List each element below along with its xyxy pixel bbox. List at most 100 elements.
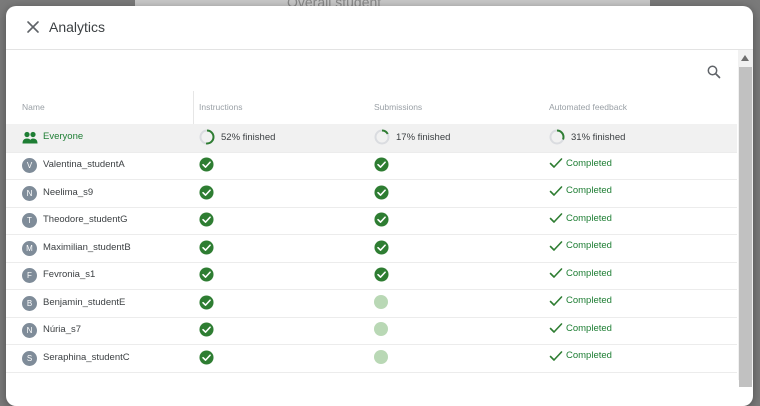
feedback-status-label: Completed xyxy=(566,322,612,334)
dialog-title: Analytics xyxy=(49,19,106,35)
avatar: M xyxy=(22,240,37,256)
column-header-instructions[interactable]: Instructions xyxy=(199,102,242,112)
check-circle-icon xyxy=(374,267,389,282)
avatar: B xyxy=(22,295,37,311)
column-header-name[interactable]: Name xyxy=(22,102,45,112)
feedback-progress-label: 31% finished xyxy=(571,131,626,143)
check-circle-icon xyxy=(199,267,214,282)
check-circle-icon xyxy=(374,157,389,172)
student-name: Seraphina_studentC xyxy=(43,351,130,363)
instructions-progress-label: 52% finished xyxy=(221,131,276,143)
everyone-row[interactable]: Everyone 52% finished 17% finished 31% fini… xyxy=(6,124,737,153)
student-row[interactable]: T Theodore_studentG Completed xyxy=(6,207,737,235)
feedback-status: Completed xyxy=(549,322,612,334)
scroll-up-arrow-icon[interactable] xyxy=(741,55,749,61)
feedback-status-label: Completed xyxy=(566,295,612,306)
feedback-status: Completed xyxy=(549,295,612,307)
column-header-automated-feedback[interactable]: Automated feedback xyxy=(549,102,627,112)
feedback-status-label: Completed xyxy=(566,212,612,224)
check-circle-icon xyxy=(374,212,389,227)
student-row[interactable]: N Neelima_s9 Completed xyxy=(6,180,737,208)
avatar: T xyxy=(22,213,37,228)
feedback-status-label: Completed xyxy=(566,267,612,279)
feedback-status-label: Completed xyxy=(566,185,612,196)
student-name: Fevronia_s1 xyxy=(43,269,96,280)
table-header-row: Name Instructions Submissions Automated … xyxy=(6,91,737,125)
checkmark-icon xyxy=(549,268,563,278)
pending-status-icon xyxy=(374,322,388,336)
student-row[interactable]: B Benjamin_studentE Completed xyxy=(6,290,737,318)
avatar: N xyxy=(22,185,37,201)
submissions-status xyxy=(374,239,389,260)
check-circle-icon xyxy=(199,184,214,200)
pending-status-icon xyxy=(374,349,388,364)
close-button[interactable] xyxy=(23,17,43,37)
feedback-progress: 31% finished xyxy=(549,129,625,145)
instructions-status xyxy=(199,294,214,315)
checkmark-icon xyxy=(549,158,563,168)
student-row[interactable]: F Fevronia_s1 Completed xyxy=(6,262,737,290)
checkmark-icon xyxy=(549,350,563,361)
instructions-progress: 52% finished xyxy=(199,129,275,145)
student-name: Benjamin_studentE xyxy=(43,296,126,308)
instructions-status xyxy=(199,267,214,287)
check-circle-icon xyxy=(199,157,214,172)
student-name: Núria_s7 xyxy=(43,324,82,335)
checkmark-icon xyxy=(549,213,563,223)
check-circle-icon xyxy=(199,349,214,365)
instructions-status xyxy=(199,157,214,177)
student-name: Theodore_studentG xyxy=(43,214,128,225)
submissions-status xyxy=(374,349,388,364)
submissions-status xyxy=(374,157,389,177)
feedback-status: Completed xyxy=(549,157,612,169)
avatar: F xyxy=(22,268,37,283)
instructions-status xyxy=(199,322,214,342)
feedback-status: Completed xyxy=(549,350,612,362)
everyone-label: Everyone xyxy=(43,131,84,142)
instructions-status xyxy=(199,239,214,260)
feedback-status-label: Completed xyxy=(566,240,612,251)
feedback-status-label: Completed xyxy=(566,157,612,169)
avatar: V xyxy=(22,158,37,173)
checkmark-icon xyxy=(549,323,563,333)
feedback-status: Completed xyxy=(549,212,612,224)
submissions-progress-label: 17% finished xyxy=(396,131,451,143)
check-circle-icon xyxy=(199,212,214,227)
student-row[interactable]: V Valentina_studentA Completed xyxy=(6,152,737,180)
student-row[interactable]: S Seraphina_studentC Completed xyxy=(6,345,737,373)
feedback-status: Completed xyxy=(549,267,612,279)
checkmark-icon xyxy=(549,240,563,251)
scrollbar-thumb[interactable] xyxy=(739,67,752,387)
student-name: Valentina_studentA xyxy=(43,159,125,170)
vertical-scrollbar[interactable] xyxy=(738,50,753,387)
check-circle-icon xyxy=(374,239,389,255)
checkmark-icon xyxy=(549,295,563,306)
analytics-dialog: Analytics Name Instructions Submissions … xyxy=(6,6,753,406)
search-button[interactable] xyxy=(706,64,722,80)
search-icon xyxy=(707,65,721,79)
progress-ring-icon xyxy=(549,129,565,145)
check-circle-icon xyxy=(199,239,214,255)
submissions-status xyxy=(374,322,388,336)
avatar: S xyxy=(22,350,37,366)
instructions-status xyxy=(199,184,214,205)
checkmark-icon xyxy=(549,185,563,196)
avatar: N xyxy=(22,323,37,338)
student-name: Maximilian_studentB xyxy=(43,241,131,253)
dialog-header: Analytics xyxy=(6,6,753,50)
progress-ring-icon xyxy=(199,129,215,145)
column-header-submissions[interactable]: Submissions xyxy=(374,102,422,112)
check-circle-icon xyxy=(199,294,214,310)
check-circle-icon xyxy=(199,322,214,337)
check-circle-icon xyxy=(374,184,389,200)
student-row[interactable]: N Núria_s7 Completed xyxy=(6,317,737,345)
student-row[interactable]: M Maximilian_studentB Completed xyxy=(6,235,737,263)
submissions-status xyxy=(374,184,389,205)
feedback-status-label: Completed xyxy=(566,350,612,361)
instructions-status xyxy=(199,349,214,370)
group-icon xyxy=(22,131,38,144)
close-icon xyxy=(27,21,39,33)
feedback-status: Completed xyxy=(549,185,612,197)
progress-ring-icon xyxy=(374,129,390,145)
student-name: Neelima_s9 xyxy=(43,186,94,198)
